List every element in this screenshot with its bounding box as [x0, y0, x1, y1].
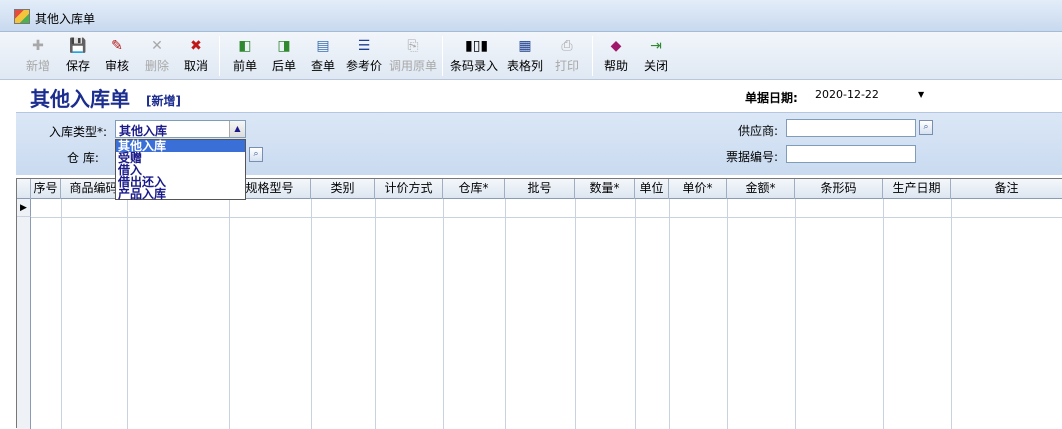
table-columns-icon: ▦	[518, 38, 532, 54]
column-header[interactable]: 数量*	[575, 179, 635, 199]
chevron-down-icon[interactable]: ▼	[918, 90, 924, 99]
dropdown-option[interactable]: 产品入库	[116, 188, 245, 200]
close-button[interactable]: ⇥ 关闭	[640, 32, 672, 80]
column-divider	[951, 199, 952, 429]
search-doc-button[interactable]: ▤ 查单	[307, 32, 339, 80]
column-header[interactable]: 类别	[311, 179, 375, 199]
new-doc-icon: ✚	[32, 38, 44, 54]
help-button[interactable]: ◆ 帮助	[600, 32, 632, 80]
approve-button[interactable]: ✎ 审核	[101, 32, 133, 80]
print-button[interactable]: ⎙ 打印	[551, 32, 583, 80]
column-divider	[127, 199, 128, 429]
type-select[interactable]: 其他入库 ▲	[115, 120, 246, 138]
next-doc-button[interactable]: ◨ 后单	[268, 32, 300, 80]
next-doc-icon: ◨	[277, 38, 291, 54]
detail-grid[interactable]: 序号 商品编码 规格型号 类别 计价方式 仓库* 批号 数量* 单位 单价* 金…	[16, 178, 1062, 429]
supplier-input[interactable]	[786, 119, 916, 137]
new-button[interactable]: ✚ 新增	[22, 32, 54, 80]
barcode-entry-button[interactable]: ▮▯▮ 条码录入	[449, 32, 499, 80]
column-header[interactable]: 金额*	[727, 179, 795, 199]
grid-corner	[17, 179, 31, 199]
column-header[interactable]: 仓库*	[443, 179, 505, 199]
row-indicator-column	[17, 199, 31, 429]
ticket-input[interactable]	[786, 145, 916, 163]
column-divider	[883, 199, 884, 429]
title-bar: 其他入库单	[0, 0, 1062, 32]
toolbar: ✚ 新增 💾 保存 ✎ 审核 ✕ 删除 ✖ 取消 ◧ 前单 ◨ 后单 ▤ 查单 ☰ 参考价 ⎘ 调用…	[0, 32, 1062, 80]
app-icon	[14, 9, 30, 24]
column-header[interactable]: 单价*	[669, 179, 727, 199]
column-header[interactable]: 单位	[635, 179, 669, 199]
barcode-icon: ▮▯▮	[465, 38, 489, 54]
reference-price-button[interactable]: ☰ 参考价	[344, 32, 384, 80]
column-divider	[375, 199, 376, 429]
approve-icon: ✎	[111, 38, 123, 54]
column-divider	[505, 199, 506, 429]
column-divider	[443, 199, 444, 429]
warehouse-label: 仓 库:	[67, 151, 99, 165]
column-header[interactable]: 序号	[31, 179, 61, 199]
date-picker[interactable]: 2020-12-22	[812, 86, 930, 104]
chevron-down-icon[interactable]: ▲	[229, 121, 245, 137]
import-doc-icon: ⎘	[407, 38, 419, 54]
print-icon: ⎙	[561, 38, 573, 54]
current-row-arrow-icon: ▶	[17, 199, 31, 217]
type-dropdown-list: 其他入库 受赠 借入 借出还入 产品入库	[115, 139, 246, 200]
lookup-icon[interactable]: ⌕	[919, 120, 933, 135]
type-label: 入库类型*:	[49, 125, 108, 139]
column-header[interactable]: 计价方式	[375, 179, 443, 199]
column-divider	[669, 199, 670, 429]
toolbar-separator	[219, 36, 220, 76]
column-divider	[727, 199, 728, 429]
column-header[interactable]: 生产日期	[883, 179, 951, 199]
column-header[interactable]: 批号	[505, 179, 575, 199]
prev-doc-icon: ◧	[238, 38, 252, 54]
import-doc-button[interactable]: ⎘ 调用原单	[389, 32, 437, 80]
supplier-label: 供应商:	[738, 124, 779, 138]
save-icon: 💾	[69, 38, 87, 54]
delete-icon: ✕	[151, 38, 163, 54]
search-doc-icon: ▤	[316, 38, 330, 54]
column-divider	[229, 199, 230, 429]
column-header[interactable]: 备注	[951, 179, 1062, 199]
column-divider	[575, 199, 576, 429]
toolbar-separator	[592, 36, 593, 76]
help-book-icon: ◆	[610, 38, 622, 54]
cancel-icon: ✖	[190, 38, 202, 54]
exit-icon: ⇥	[650, 38, 662, 54]
column-divider	[795, 199, 796, 429]
column-header[interactable]: 条形码	[795, 179, 883, 199]
window-title: 其他入库单	[35, 12, 96, 26]
ticket-label: 票据编号:	[726, 150, 779, 164]
lookup-icon[interactable]: ⌕	[249, 147, 263, 162]
cancel-button[interactable]: ✖ 取消	[180, 32, 212, 80]
row-divider	[31, 217, 1062, 218]
prev-doc-button[interactable]: ◧ 前单	[229, 32, 261, 80]
table-columns-button[interactable]: ▦ 表格列	[505, 32, 545, 80]
delete-button[interactable]: ✕ 删除	[141, 32, 173, 80]
save-button[interactable]: 💾 保存	[62, 32, 94, 80]
toolbar-separator	[442, 36, 443, 76]
column-divider	[61, 199, 62, 429]
date-label: 单据日期:	[745, 91, 798, 105]
mode-tag: [新增]	[146, 94, 181, 108]
reference-price-icon: ☰	[357, 38, 371, 54]
column-divider	[311, 199, 312, 429]
column-divider	[635, 199, 636, 429]
form-title: 其他入库单	[30, 87, 130, 111]
